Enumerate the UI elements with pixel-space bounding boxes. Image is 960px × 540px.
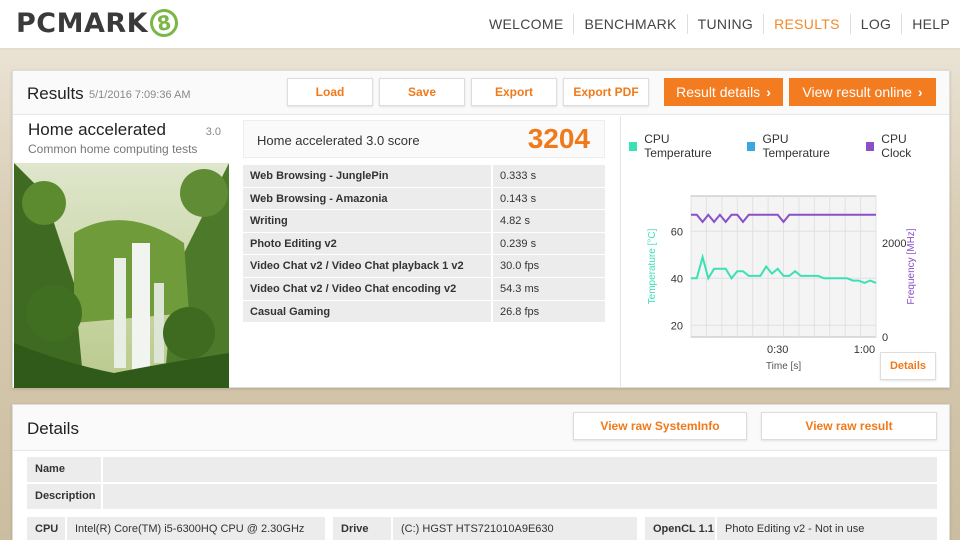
logo-text: PCMARK — [16, 7, 149, 39]
nav-benchmark[interactable]: BENCHMARK — [573, 14, 686, 34]
table-row: Web Browsing - JunglePin 0.333 s — [243, 165, 605, 188]
table-row: Video Chat v2 / Video Chat playback 1 v2… — [243, 255, 605, 278]
view-raw-result-button[interactable]: View raw result — [761, 412, 937, 440]
cpu-label: CPU — [27, 517, 65, 540]
subtest-name: Writing — [243, 210, 491, 233]
view-raw-sysinfo-button[interactable]: View raw SystemInfo — [573, 412, 747, 440]
subtest-value: 26.8 fps — [493, 300, 605, 324]
subtest-value: 0.143 s — [493, 187, 605, 211]
y-left-axis-label: Temperature [°C] — [647, 228, 658, 304]
export-button[interactable]: Export — [471, 78, 557, 106]
export-pdf-button[interactable]: Export PDF — [563, 78, 649, 106]
details-panel: Details View raw SystemInfo View raw res… — [12, 404, 950, 540]
score-label: Home accelerated 3.0 score — [257, 133, 420, 148]
test-description: Common home computing tests — [28, 142, 198, 156]
chart-details-button[interactable]: Details — [880, 352, 936, 380]
details-title: Details — [27, 419, 79, 438]
nav-welcome[interactable]: WELCOME — [479, 14, 573, 34]
test-name: Home accelerated — [28, 120, 166, 139]
chart-plot: 20 40 60 0 2000 0:30 1:00 Time [s] Temperature [… — [647, 195, 917, 372]
name-label: Name — [27, 457, 101, 482]
nav-help[interactable]: HELP — [901, 14, 960, 34]
subtest-name: Video Chat v2 / Video Chat encoding v2 — [243, 277, 491, 301]
save-button[interactable]: Save — [379, 78, 465, 106]
description-value — [103, 484, 937, 509]
view-online-label: View result online — [802, 84, 912, 100]
top-bar: PCMARK 8 WELCOME BENCHMARK TUNING RESULT… — [0, 0, 960, 50]
drive-label: Drive — [333, 517, 391, 540]
subtest-table: Web Browsing - JunglePin 0.333 s Web Bro… — [243, 165, 605, 324]
subtest-value: 30.0 fps — [493, 255, 605, 278]
waterfall-image — [14, 163, 229, 388]
table-row: Writing 4.82 s — [243, 210, 605, 233]
subtest-value: 54.3 ms — [493, 277, 605, 301]
view-online-button[interactable]: View result online › — [789, 78, 936, 106]
results-header: Results 5/1/2016 7:09:36 AM Load Save Ex… — [13, 71, 949, 115]
cpu-value: Intel(R) Core(TM) i5-6300HQ CPU @ 2.30GH… — [67, 517, 325, 540]
table-row: Video Chat v2 / Video Chat encoding v2 5… — [243, 277, 605, 301]
score-box: Home accelerated 3.0 score 3204 — [243, 120, 605, 158]
table-row: Web Browsing - Amazonia 0.143 s — [243, 187, 605, 211]
result-details-button[interactable]: Result details › — [664, 78, 783, 106]
result-details-label: Result details — [676, 84, 761, 100]
logo-badge: 8 — [147, 6, 181, 40]
main-nav: WELCOME BENCHMARK TUNING RESULTS LOG HEL… — [479, 0, 960, 48]
monitoring-chart: CPU Temperature GPU Temperature CPU Cloc… — [620, 116, 950, 388]
y-left-tick-label: 40 — [671, 273, 683, 285]
test-version: 3.0 — [205, 126, 221, 138]
waterfall-illustration — [14, 163, 229, 388]
details-header: Details View raw SystemInfo View raw res… — [13, 405, 949, 451]
test-info: Home accelerated 3.0 Common home computi… — [14, 116, 229, 388]
load-button[interactable]: Load — [287, 78, 373, 106]
nav-tuning[interactable]: TUNING — [686, 14, 763, 34]
opencl-label: OpenCL 1.1 — [645, 517, 715, 540]
pcmark-logo: PCMARK 8 — [16, 6, 181, 40]
subtest-name: Web Browsing - JunglePin — [243, 165, 491, 188]
name-value — [103, 457, 937, 482]
table-row: Photo Editing v2 0.239 s — [243, 232, 605, 256]
nav-results[interactable]: RESULTS — [763, 14, 850, 34]
x-tick-label: 1:00 — [854, 344, 875, 356]
subtest-name: Video Chat v2 / Video Chat playback 1 v2 — [243, 255, 491, 278]
table-row: Casual Gaming 26.8 fps — [243, 300, 605, 324]
nav-log[interactable]: LOG — [849, 14, 901, 34]
subtest-value: 4.82 s — [493, 210, 605, 233]
results-panel: Results 5/1/2016 7:09:36 AM Load Save Ex… — [12, 70, 950, 388]
y-right-tick-label: 2000 — [882, 238, 906, 250]
y-right-axis-label: Frequency [MHz] — [906, 228, 917, 304]
subtest-value: 0.333 s — [493, 165, 605, 188]
subtest-value: 0.239 s — [493, 232, 605, 256]
description-label: Description — [27, 484, 101, 509]
chevron-right-icon: › — [766, 84, 771, 100]
subtest-name: Casual Gaming — [243, 300, 491, 324]
chevron-right-icon: › — [917, 84, 923, 100]
results-date: 5/1/2016 7:09:36 AM — [89, 89, 191, 101]
opencl-value: Photo Editing v2 - Not in use — [717, 517, 937, 540]
y-left-tick-label: 60 — [671, 226, 683, 238]
y-left-tick-label: 20 — [671, 320, 683, 332]
score-value: 3204 — [527, 123, 590, 154]
y-right-tick-label: 0 — [882, 332, 888, 344]
results-title: Results — [27, 84, 84, 103]
subtest-name: Photo Editing v2 — [243, 232, 491, 256]
subtest-name: Web Browsing - Amazonia — [243, 187, 491, 211]
drive-value: (C:) HGST HTS721010A9E630 — [393, 517, 637, 540]
x-tick-label: 0:30 — [767, 344, 788, 356]
x-axis-label: Time [s] — [766, 361, 801, 372]
